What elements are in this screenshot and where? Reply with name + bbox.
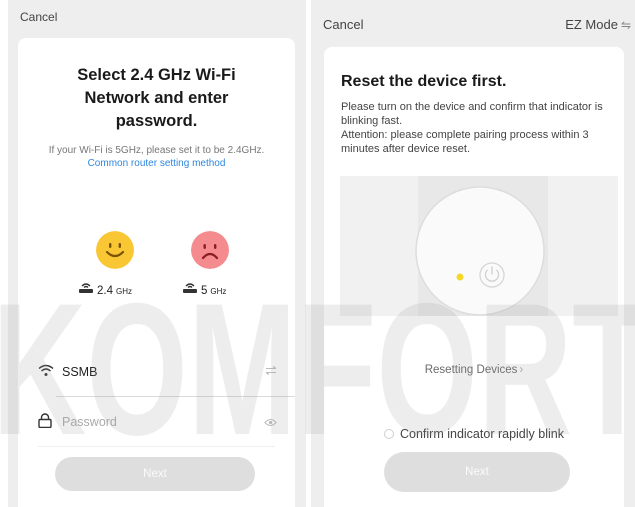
reset-device-screen: Cancel EZ Mode ⇋ Reset the device first. … bbox=[311, 0, 635, 507]
smart-plug-illustration bbox=[340, 176, 618, 316]
band-value: 5 bbox=[201, 285, 208, 297]
confirm-label: Confirm indicator rapidly blink bbox=[400, 427, 564, 441]
title-line: password. bbox=[115, 112, 198, 130]
confirm-blink-checkbox[interactable]: Confirm indicator rapidly blink bbox=[384, 427, 564, 441]
password-field[interactable]: Password bbox=[18, 404, 295, 440]
band-unit: GHz bbox=[210, 287, 227, 296]
hint-text: If your Wi-Fi is 5GHz, please set it to … bbox=[48, 145, 265, 156]
page-title: Reset the device first. bbox=[341, 73, 507, 90]
frequency-hint: If your Wi-Fi is 5GHz, please set it to … bbox=[46, 144, 267, 170]
band-5ghz: 5 GHz bbox=[182, 282, 226, 297]
lock-icon bbox=[38, 413, 52, 428]
cancel-button[interactable]: Cancel bbox=[323, 17, 363, 32]
ez-mode-switch[interactable]: EZ Mode ⇋ bbox=[565, 17, 631, 32]
eye-icon[interactable] bbox=[264, 418, 277, 427]
indicator-light-icon bbox=[456, 273, 464, 281]
resetting-devices-link[interactable]: Resetting Devices › bbox=[324, 364, 624, 376]
reset-device-card: Reset the device first. Please turn on t… bbox=[324, 47, 624, 507]
wifi-icon bbox=[38, 364, 54, 376]
radio-button[interactable] bbox=[384, 429, 394, 439]
router-icon bbox=[79, 283, 93, 293]
wifi-setup-card: Select 2.4 GHz Wi-Fi Network and enter p… bbox=[18, 38, 295, 507]
wifi-ssid-field[interactable]: SSMB bbox=[18, 354, 295, 390]
title-line: Network and enter bbox=[84, 89, 229, 107]
chevron-right-icon: › bbox=[519, 364, 524, 376]
field-divider bbox=[38, 446, 275, 447]
band-unit: GHz bbox=[116, 287, 132, 296]
ssid-value: SSMB bbox=[62, 365, 98, 379]
router-setting-link[interactable]: Common router setting method bbox=[88, 158, 226, 169]
wifi-setup-screen: Cancel Select 2.4 GHz Wi-Fi Network and … bbox=[8, 0, 306, 507]
band-2-4ghz: 2.4 GHz bbox=[78, 282, 132, 297]
field-divider bbox=[56, 396, 295, 397]
description-text: Attention: please complete pairing proce… bbox=[341, 129, 589, 155]
smiling-face-icon bbox=[96, 231, 134, 269]
switch-network-icon[interactable] bbox=[265, 366, 277, 375]
next-button[interactable]: Next bbox=[384, 452, 570, 492]
reset-description: Please turn on the device and confirm th… bbox=[341, 100, 612, 156]
resetting-label: Resetting Devices bbox=[424, 364, 518, 376]
mode-label: EZ Mode bbox=[565, 17, 618, 32]
device-illustration bbox=[340, 176, 618, 316]
description-text: Please turn on the device and confirm th… bbox=[341, 101, 603, 127]
page-title: Select 2.4 GHz Wi-Fi Network and enter p… bbox=[18, 64, 295, 133]
cancel-button[interactable]: Cancel bbox=[20, 10, 57, 24]
password-placeholder: Password bbox=[62, 415, 117, 429]
router-icon bbox=[183, 283, 197, 293]
title-line: Select 2.4 GHz Wi-Fi bbox=[77, 66, 236, 84]
next-button[interactable]: Next bbox=[55, 457, 255, 491]
frowning-face-icon bbox=[191, 231, 229, 269]
band-value: 2.4 bbox=[97, 285, 113, 297]
switch-mode-icon: ⇋ bbox=[620, 18, 631, 32]
